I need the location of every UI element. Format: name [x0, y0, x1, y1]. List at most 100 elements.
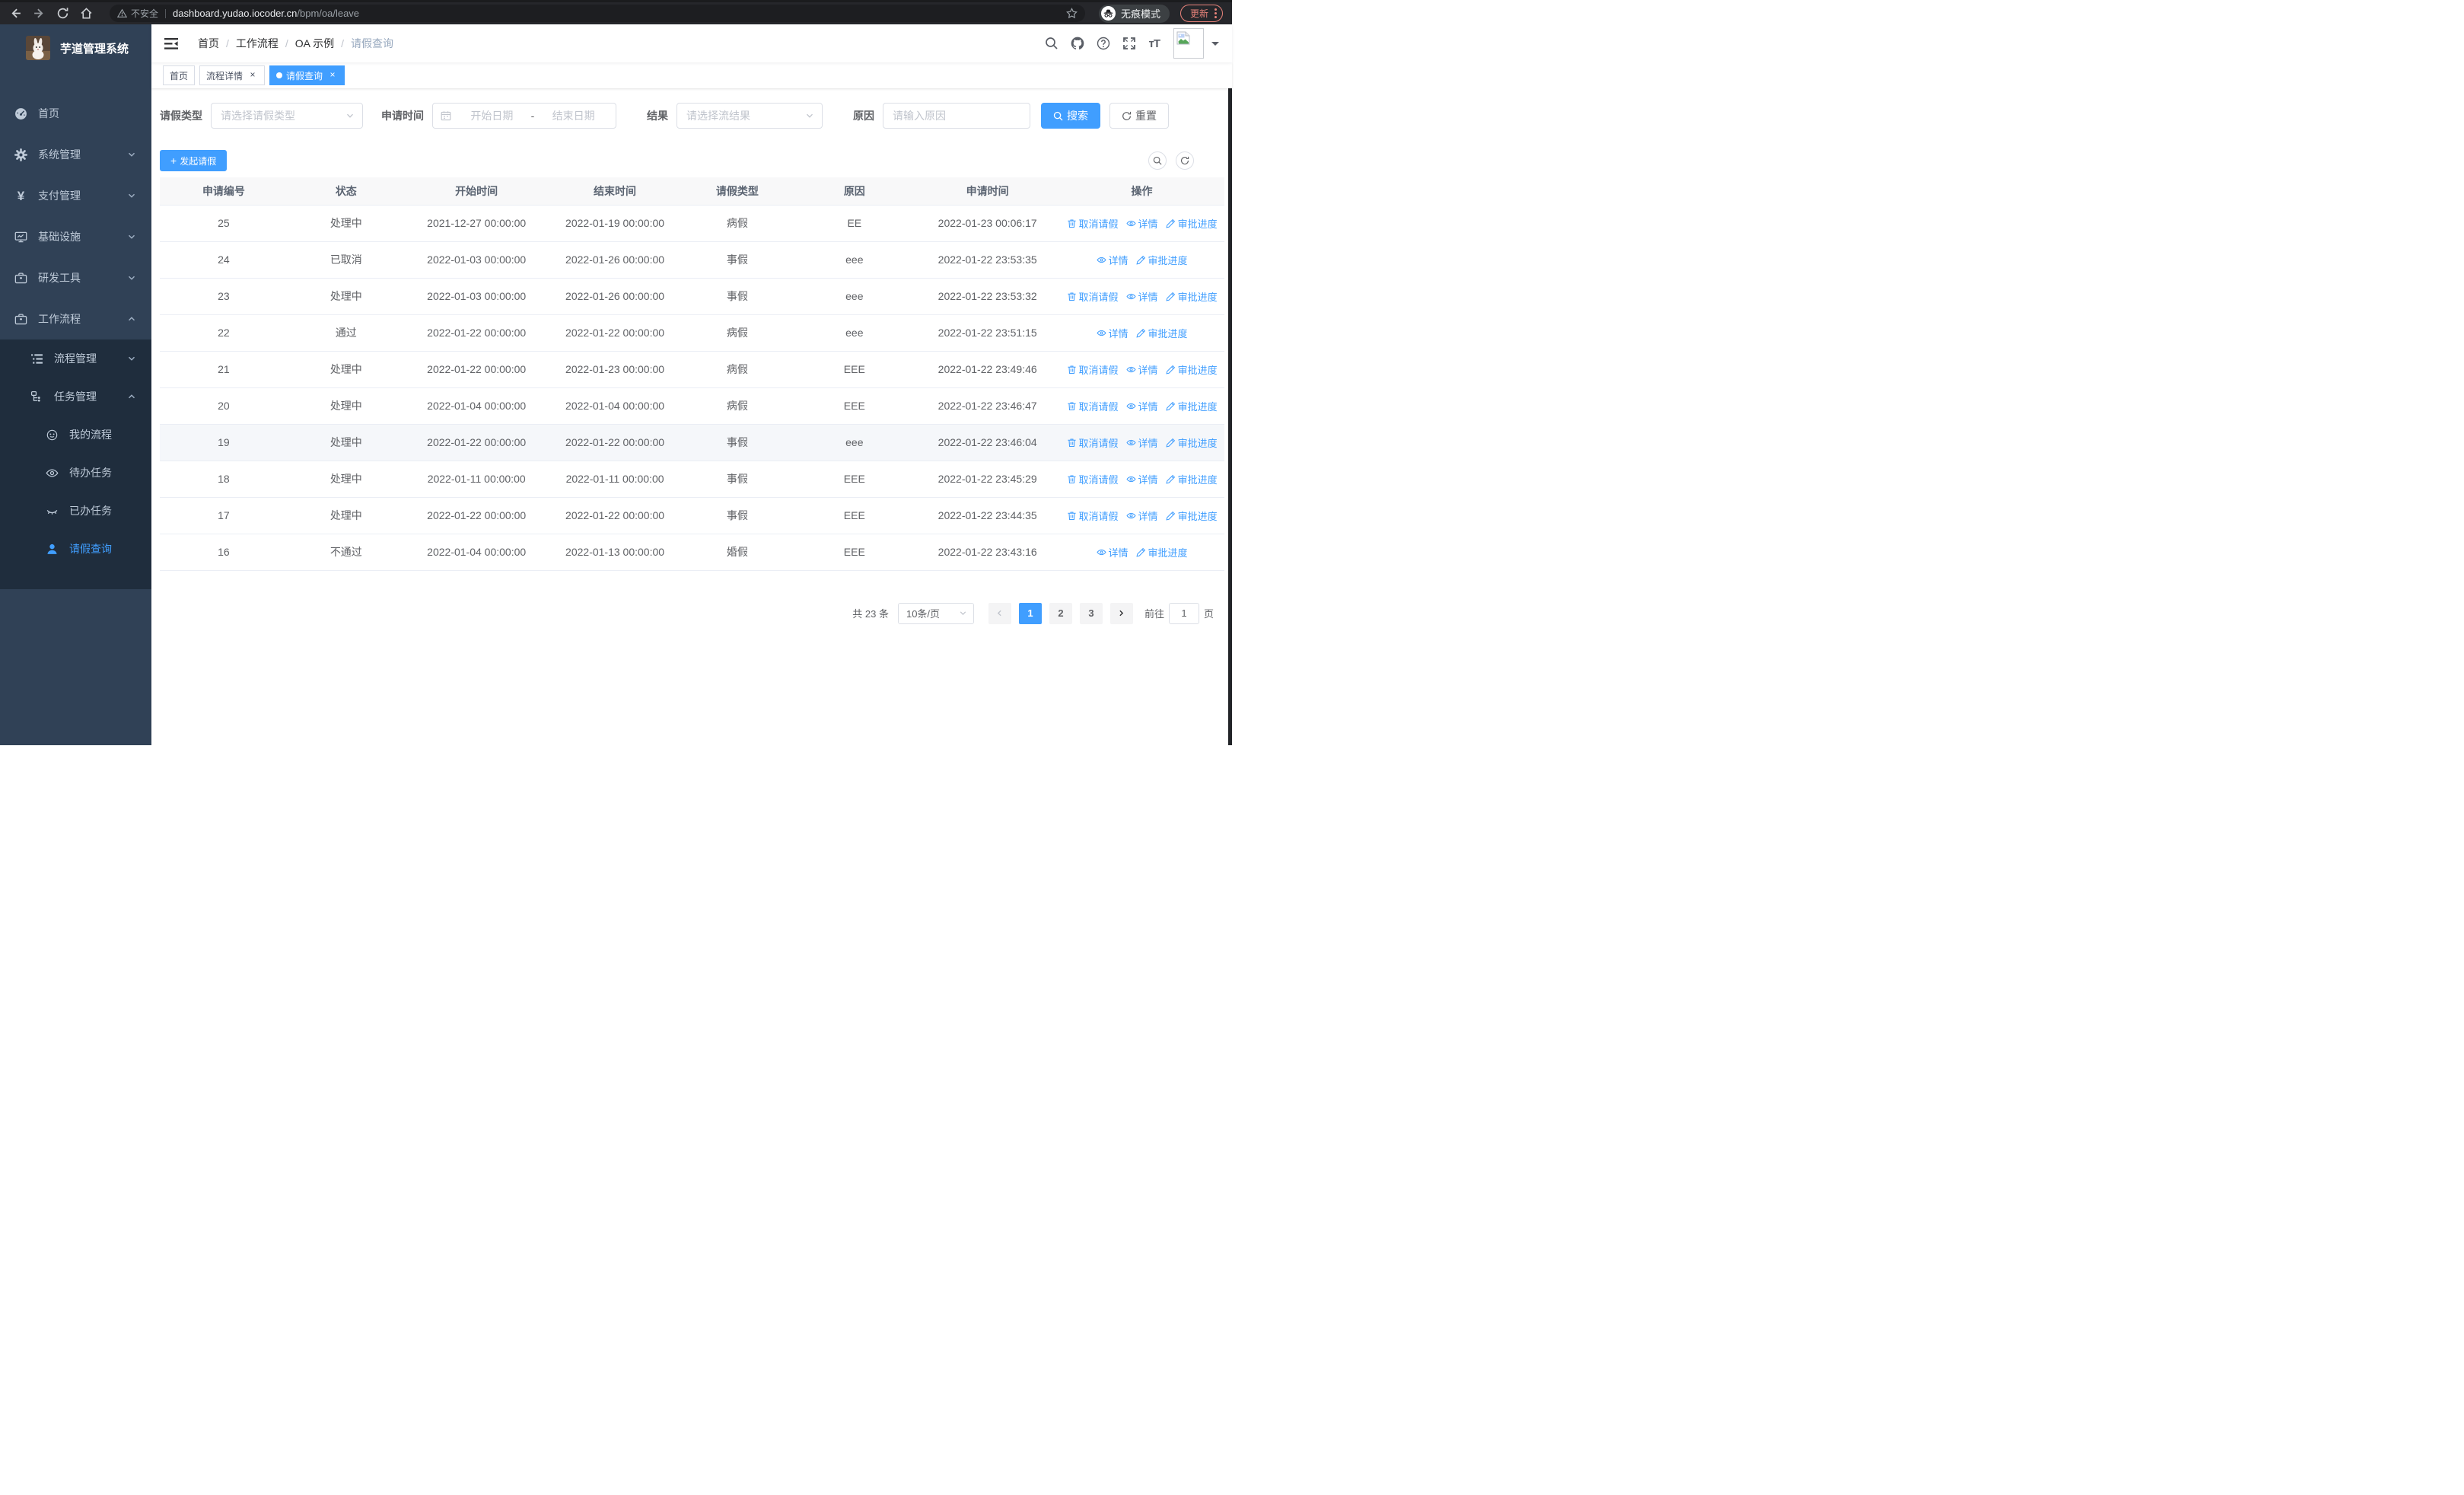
detail-action-link[interactable]: 详情 — [1125, 435, 1158, 450]
chevron-down-icon[interactable] — [1211, 41, 1219, 49]
table-cell: 2022-01-04 00:00:00 — [548, 387, 682, 425]
security-warning[interactable]: 不安全 — [117, 7, 158, 20]
search-button[interactable]: 搜索 — [1041, 103, 1100, 129]
sidebar-collapse-icon[interactable] — [164, 37, 178, 49]
bookmark-star-icon[interactable] — [1066, 8, 1078, 19]
cancel-leave-action-link[interactable]: 取消请假 — [1067, 508, 1119, 523]
sidebar-item-payment[interactable]: ¥ 支付管理 — [0, 175, 151, 216]
search-icon — [1153, 156, 1162, 165]
help-icon[interactable] — [1097, 37, 1110, 50]
tab-home[interactable]: 首页 — [163, 65, 196, 85]
sidebar-item-done-tasks[interactable]: 已办任务 — [0, 492, 151, 530]
scrollbar[interactable] — [1228, 49, 1232, 745]
breadcrumb-item[interactable]: OA 示例 — [295, 36, 334, 51]
sidebar-item-infra[interactable]: 基础设施 — [0, 216, 151, 257]
sidebar-item-process-mgmt[interactable]: 流程管理 — [0, 339, 151, 378]
approval-progress-action-link[interactable]: 审批进度 — [1166, 435, 1218, 450]
chevron-up-icon — [127, 392, 136, 401]
cancel-leave-action-link[interactable]: 取消请假 — [1067, 289, 1119, 304]
table-cell: 21 — [160, 351, 288, 388]
table-cell: 2021-12-27 00:00:00 — [404, 205, 549, 242]
sidebar-item-home[interactable]: 首页 — [0, 93, 151, 134]
page-button-3[interactable]: 3 — [1079, 602, 1103, 624]
table-cell: 病假 — [681, 351, 794, 388]
approval-progress-action-link[interactable]: 审批进度 — [1166, 216, 1218, 231]
reason-input[interactable] — [883, 103, 1030, 129]
close-icon[interactable]: × — [327, 70, 338, 81]
page-button-1[interactable]: 1 — [1018, 602, 1042, 624]
tab-process-detail[interactable]: 流程详情 × — [199, 65, 266, 85]
font-size-icon[interactable]: тT — [1148, 37, 1160, 50]
sidebar-item-my-process[interactable]: 我的流程 — [0, 416, 151, 454]
search-icon[interactable] — [1045, 37, 1059, 50]
avatar[interactable] — [1173, 28, 1204, 59]
sidebar-item-task-mgmt[interactable]: 任务管理 — [0, 378, 151, 416]
reload-icon[interactable] — [56, 7, 69, 20]
approval-progress-action-link[interactable]: 审批进度 — [1135, 326, 1188, 340]
address-bar[interactable]: 不安全 dashboard.yudao.iocoder.cn/bpm/oa/le… — [110, 5, 1085, 22]
browser-update-menu[interactable]: 更新 — [1179, 5, 1223, 22]
detail-action-link[interactable]: 详情 — [1096, 545, 1129, 559]
github-icon[interactable] — [1071, 37, 1084, 50]
table-cell: EEE — [793, 497, 916, 534]
close-icon[interactable]: × — [247, 70, 258, 81]
detail-action-link[interactable]: 详情 — [1125, 362, 1158, 377]
fullscreen-icon[interactable] — [1122, 37, 1136, 50]
show-search-button[interactable] — [1148, 151, 1167, 170]
trash-icon — [1067, 474, 1076, 483]
detail-action-link[interactable]: 详情 — [1096, 253, 1129, 267]
sidebar-item-devtools[interactable]: 研发工具 — [0, 257, 151, 298]
refresh-icon — [1180, 156, 1189, 165]
apply-time-range-picker[interactable]: 开始日期 - 结束日期 — [432, 103, 616, 129]
detail-action-link[interactable]: 详情 — [1096, 326, 1129, 340]
page-button-2[interactable]: 2 — [1049, 602, 1072, 624]
goto-page-input[interactable] — [1168, 602, 1199, 624]
approval-progress-action-link[interactable]: 审批进度 — [1166, 362, 1218, 377]
next-page-button[interactable] — [1109, 602, 1133, 624]
prev-page-button[interactable] — [988, 602, 1011, 624]
table-row: 19 处理中 2022-01-22 00:00:00 2022-01-22 00:00… — [160, 424, 1224, 461]
sidebar-item-todo-tasks[interactable]: 待办任务 — [0, 454, 151, 492]
table-cell: 事假 — [681, 461, 794, 498]
create-leave-button[interactable]: + 发起请假 — [160, 150, 228, 171]
detail-action-link[interactable]: 详情 — [1125, 399, 1158, 413]
detail-action-link[interactable]: 详情 — [1125, 508, 1158, 523]
back-icon[interactable] — [9, 7, 22, 20]
approval-progress-action-link[interactable]: 审批进度 — [1135, 545, 1188, 559]
cancel-leave-action-link[interactable]: 取消请假 — [1067, 472, 1119, 486]
table-cell: 已取消 — [287, 241, 405, 279]
sidebar-item-label: 首页 — [38, 107, 59, 120]
sidebar-item-system[interactable]: 系统管理 — [0, 134, 151, 175]
detail-action-link[interactable]: 详情 — [1125, 472, 1158, 486]
detail-action-link[interactable]: 详情 — [1125, 289, 1158, 304]
home-icon[interactable] — [80, 7, 93, 20]
cancel-leave-action-link[interactable]: 取消请假 — [1067, 216, 1119, 231]
breadcrumb-item[interactable]: 首页 — [198, 36, 219, 51]
leave-type-select[interactable]: 请选择请假类型 — [211, 103, 363, 129]
detail-action-link[interactable]: 详情 — [1125, 216, 1158, 231]
approval-progress-action-link[interactable]: 审批进度 — [1166, 508, 1218, 523]
cancel-leave-action-link[interactable]: 取消请假 — [1067, 399, 1119, 413]
cancel-leave-action-link[interactable]: 取消请假 — [1067, 435, 1119, 450]
navbar-actions: тT — [1033, 28, 1219, 59]
refresh-table-button[interactable] — [1176, 151, 1194, 170]
eye-icon — [1125, 220, 1136, 226]
sidebar-item-leave-query[interactable]: 请假查询 — [0, 530, 151, 568]
reset-button[interactable]: 重置 — [1109, 103, 1169, 129]
tab-leave-query[interactable]: 请假查询 × — [269, 65, 345, 85]
approval-progress-action-link[interactable]: 审批进度 — [1166, 289, 1218, 304]
pen-icon — [1166, 218, 1175, 228]
result-select[interactable]: 请选择流结果 — [676, 103, 823, 129]
table-cell: 2022-01-22 00:00:00 — [404, 424, 549, 461]
forward-icon[interactable] — [33, 7, 46, 20]
page-size-select[interactable]: 10条/页 — [897, 602, 974, 624]
approval-progress-action-link[interactable]: 审批进度 — [1166, 472, 1218, 486]
breadcrumb-item[interactable]: 工作流程 — [236, 36, 279, 51]
table-cell: 不通过 — [287, 534, 405, 571]
sidebar-item-label: 基础设施 — [38, 231, 81, 243]
sidebar-item-label: 请假查询 — [69, 543, 112, 555]
approval-progress-action-link[interactable]: 审批进度 — [1135, 253, 1188, 267]
approval-progress-action-link[interactable]: 审批进度 — [1166, 399, 1218, 413]
cancel-leave-action-link[interactable]: 取消请假 — [1067, 362, 1119, 377]
sidebar-item-workflow[interactable]: 工作流程 — [0, 298, 151, 339]
